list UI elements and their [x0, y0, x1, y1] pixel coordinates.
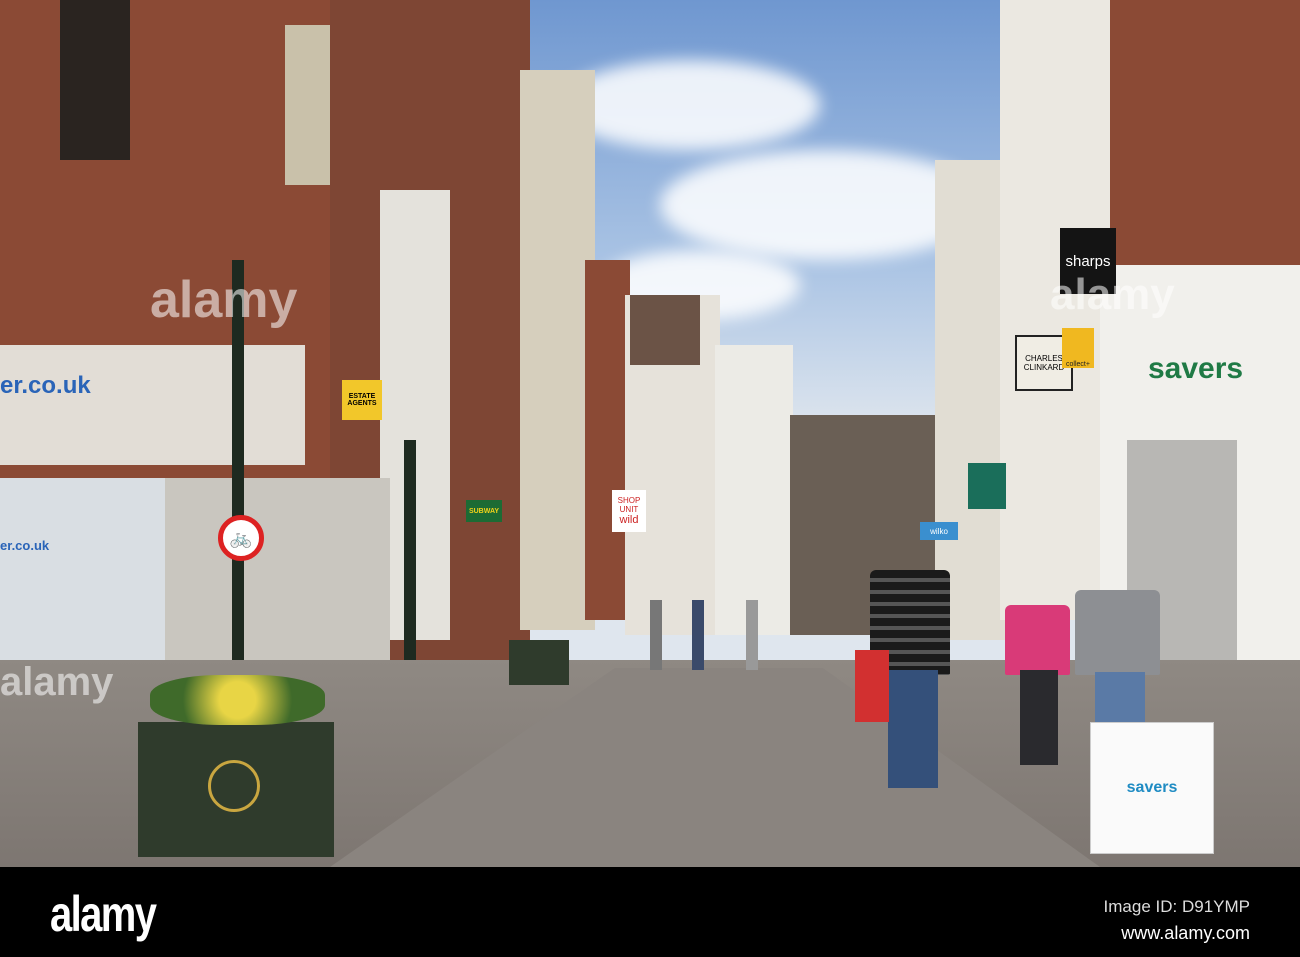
distant-shoppers — [650, 600, 770, 670]
savers-a-board: savers — [1090, 722, 1214, 854]
planter-emblem — [208, 760, 260, 812]
woman-pink-top — [1005, 605, 1070, 675]
shop-unit-text: SHOP UNIT — [617, 496, 641, 514]
collect-plus-sign: collect+ — [1062, 328, 1094, 368]
ice-cream-sign — [855, 650, 889, 722]
wild-text: wild — [619, 514, 639, 526]
man-jeans — [888, 670, 938, 788]
right-brick-building — [1110, 0, 1300, 300]
left-shop-fascia — [0, 345, 305, 465]
cloud — [560, 60, 820, 150]
left-shop-sign: er.co.uk — [0, 372, 91, 399]
subway-sign: SUBWAY — [466, 500, 502, 522]
left-shop-window — [0, 478, 165, 690]
hanging-clock-bracket — [60, 0, 130, 160]
watermark: alamy — [150, 271, 298, 329]
planter-box — [509, 640, 569, 685]
flowers — [150, 675, 325, 725]
shop-fronts — [165, 478, 390, 688]
lloyds-bank-sign — [968, 463, 1006, 509]
woman-trousers — [1020, 670, 1058, 765]
man-grey-jumper — [1075, 590, 1160, 675]
white-building — [715, 345, 793, 635]
left-shop-window-sign: er.co.uk — [0, 538, 50, 553]
wilko-sign: wilko — [920, 522, 958, 540]
street-photo: er.co.uk er.co.uk 🚲 ESTATE AGENTS SUBWAY… — [0, 0, 1300, 867]
watermark: alamy — [0, 660, 114, 704]
website-link[interactable]: www.alamy.com — [1121, 923, 1250, 944]
savers-logo: savers — [1148, 352, 1244, 385]
no-cycling-sign: 🚲 — [218, 515, 264, 561]
watermark: alamy — [1050, 270, 1175, 319]
image-id: Image ID: D91YMP — [1103, 897, 1250, 916]
ornate-building — [520, 70, 595, 630]
watermark-bar: alamy Image ID: D91YMP www.alamy.com — [0, 867, 1300, 957]
alamy-logo: alamy — [50, 886, 157, 942]
narrow-brick-building — [585, 260, 630, 620]
tudor-roof — [630, 295, 700, 365]
shop-unit-sign: SHOP UNIT wild — [612, 490, 646, 532]
estate-agents-sign: ESTATE AGENTS — [342, 380, 382, 420]
